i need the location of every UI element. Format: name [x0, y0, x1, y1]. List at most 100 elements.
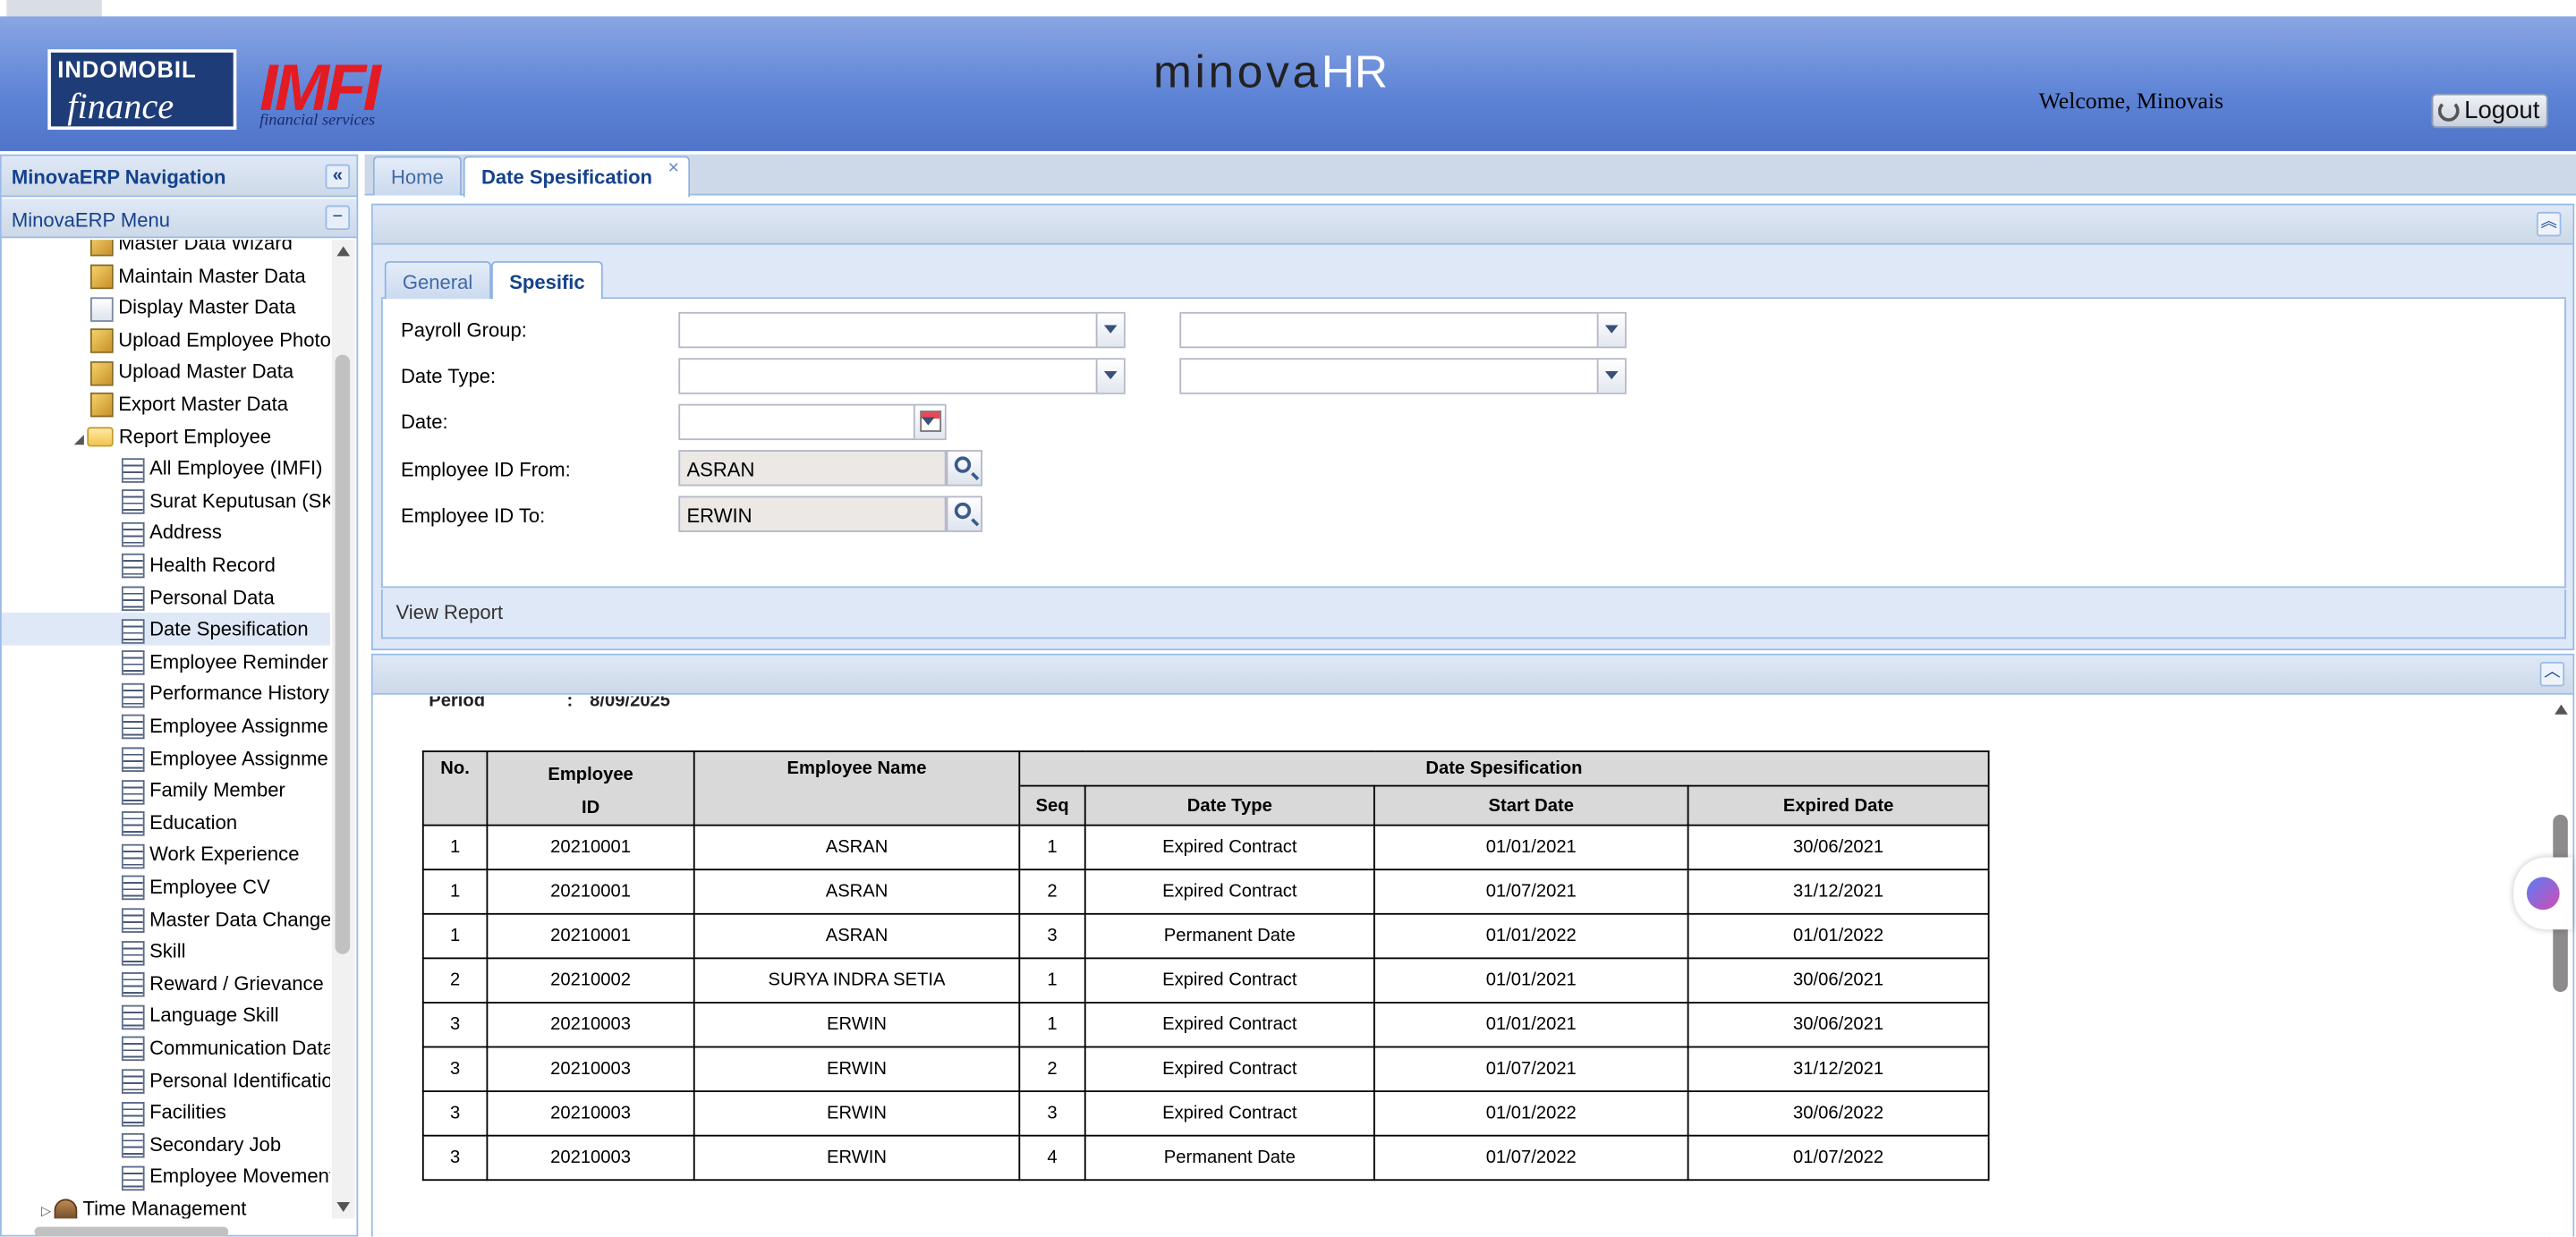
sidebar-item[interactable]: Health Record	[121, 548, 330, 581]
sidebar-item[interactable]: Export Master Data	[89, 387, 330, 420]
sidebar-item[interactable]: Skill	[121, 935, 330, 968]
expand-icon[interactable]: ▷	[41, 1204, 55, 1219]
minova-hr-brand: minovaHR	[1153, 46, 1388, 98]
table-row: 1 20210001 ASRAN 1 Expired Contract 01/01/202…	[421, 824, 1990, 871]
report-icon	[121, 876, 145, 901]
sidebar-item[interactable]: Surat Keputusan (SK)	[121, 484, 331, 517]
sidebar-item[interactable]: Personal Identification	[121, 1063, 330, 1097]
menu-hscroll-thumb[interactable]	[34, 1226, 229, 1237]
cell-expired-date: 30/06/2021	[1687, 824, 1990, 871]
sidebar-item[interactable]: All Employee (IMFI)	[121, 452, 330, 485]
cell-employee-name: ERWIN	[693, 1134, 1021, 1182]
cell-employee-id: 20210001	[486, 912, 695, 960]
sidebar-item[interactable]: Personal Data	[121, 580, 330, 614]
sidebar-item[interactable]: Display Master Data	[89, 291, 330, 324]
payroll-group-combo-2[interactable]	[1179, 311, 1627, 349]
date-field[interactable]	[678, 403, 947, 441]
report-icon	[121, 586, 145, 611]
report-icon	[121, 682, 145, 707]
filter-toolbar: View Report	[380, 589, 2566, 640]
collapse-left-icon[interactable]: «	[325, 164, 351, 190]
sidebar-item[interactable]: Employee Reminder	[121, 645, 330, 678]
tab-date-spesification-label: Date Spesification	[480, 165, 652, 190]
date-type-combo-2[interactable]	[1179, 358, 1627, 394]
payroll-group-combo[interactable]	[678, 311, 1126, 349]
scroll-thumb[interactable]	[335, 354, 351, 954]
sidebar-item[interactable]: Employee Assignme	[121, 741, 330, 775]
sidebar-item[interactable]: Employee Assignme	[121, 709, 330, 742]
collapse-menu-icon[interactable]: −	[325, 205, 351, 231]
sidebar-item[interactable]: ▷ Time Management	[41, 1192, 330, 1219]
chevron-down-icon[interactable]	[1596, 313, 1625, 347]
cell-no: 1	[421, 912, 489, 960]
cell-date-type: Expired Contract	[1084, 1046, 1375, 1093]
assistant-widget[interactable]	[2513, 857, 2573, 930]
employee-id-from-label: Employee ID From:	[401, 458, 571, 481]
sidebar-item[interactable]: Education	[121, 806, 330, 839]
report-scrollbar[interactable]	[2549, 696, 2573, 1237]
scroll-up-icon[interactable]	[2555, 704, 2568, 715]
employee-id-from-field[interactable]: ASRAN	[678, 450, 947, 487]
expanded-icon[interactable]: ◢	[74, 431, 88, 446]
sidebar-item-label: Upload Master Data	[118, 360, 294, 384]
sidebar-item-label: Export Master Data	[118, 392, 289, 416]
cell-date-type: Permanent Date	[1084, 1134, 1375, 1182]
sidebar-item-label: Family Member	[149, 778, 285, 802]
chevron-down-icon[interactable]	[1095, 313, 1124, 347]
col-date-type: Date Type	[1084, 784, 1375, 826]
sidebar-item[interactable]: Performance History	[121, 677, 330, 710]
brain-icon	[2526, 877, 2560, 911]
tab-spesific[interactable]: Spesific	[490, 260, 603, 301]
sidebar-item[interactable]: Language Skill	[121, 999, 330, 1032]
employee-id-to-field[interactable]: ERWIN	[678, 496, 947, 532]
sidebar-item[interactable]: Family Member	[121, 774, 330, 807]
sidebar-item[interactable]: Maintain Master Data	[89, 258, 330, 292]
sidebar-item-label: Secondary Job	[149, 1132, 282, 1157]
cell-expired-date: 01/01/2022	[1687, 912, 1990, 960]
col-employee-name: Employee Name	[693, 750, 1021, 826]
scroll-up-icon[interactable]	[336, 246, 351, 257]
sidebar-item-label: Master Data Wizard	[118, 240, 293, 255]
sidebar-item[interactable]: Employee CV	[121, 870, 330, 903]
calendar-icon	[920, 411, 942, 432]
employee-id-to-label: Employee ID To:	[401, 504, 546, 528]
collapse-up-icon[interactable]: ︿	[2539, 661, 2565, 687]
sidebar-item[interactable]: Facilities	[121, 1096, 330, 1129]
chevron-down-icon[interactable]	[1095, 360, 1124, 393]
sidebar-item[interactable]: Secondary Job	[121, 1128, 330, 1161]
employee-from-search-button[interactable]	[946, 450, 982, 487]
filter-form: Payroll Group: Date Type: Date: Employee…	[380, 299, 2566, 589]
table-row: 1 20210001 ASRAN 2 Expired Contract 01/07/202…	[421, 868, 1990, 915]
sidebar-item[interactable]: Upload Master Data	[89, 355, 330, 388]
logout-button[interactable]: Logout	[2431, 93, 2548, 129]
table-row: 2 20210002 SURYA INDRA SETIA 1 Expired Contr…	[421, 957, 1990, 1004]
sidebar-item[interactable]: Master Data Wizard	[89, 240, 330, 259]
close-icon[interactable]: ✕	[666, 160, 682, 177]
sidebar-item[interactable]: Address	[121, 516, 330, 549]
report-icon	[121, 1069, 145, 1094]
calendar-trigger[interactable]	[913, 405, 945, 439]
view-report-button[interactable]: View Report	[396, 601, 504, 624]
sidebar-item[interactable]: Communication Data	[121, 1031, 330, 1064]
tab-general[interactable]: General	[384, 260, 491, 300]
chevron-down-icon[interactable]	[1596, 360, 1625, 393]
collapse-up-icon[interactable]: ︽	[2536, 211, 2562, 237]
sidebar-item-label: Health Record	[149, 553, 276, 577]
sidebar-item[interactable]: Master Data Change	[121, 902, 330, 936]
sidebar-item[interactable]: Date Spesification	[1, 613, 331, 646]
sidebar-item[interactable]: Work Experience	[121, 838, 330, 871]
employee-to-search-button[interactable]	[946, 496, 982, 532]
sidebar-item[interactable]: Upload Employee Photo	[89, 323, 330, 356]
scroll-down-icon[interactable]	[336, 1202, 351, 1213]
menu-scrollbar[interactable]	[331, 240, 355, 1219]
sidebar-item[interactable]: ◢ Report Employee	[74, 419, 330, 453]
sidebar-item[interactable]: Reward / Grievance	[121, 967, 330, 1000]
sidebar-item-label: Surat Keputusan (SK)	[149, 488, 331, 513]
date-type-combo[interactable]	[678, 358, 1126, 394]
period-label: Period	[429, 696, 486, 712]
tab-home[interactable]: Home	[372, 156, 462, 196]
sidebar-item[interactable]: Employee Movement	[121, 1160, 330, 1193]
report-icon	[121, 779, 145, 804]
tab-date-spesification[interactable]: Date Spesification ✕	[463, 156, 691, 198]
col-group-date-spesification: Date Spesification	[1018, 750, 1990, 787]
